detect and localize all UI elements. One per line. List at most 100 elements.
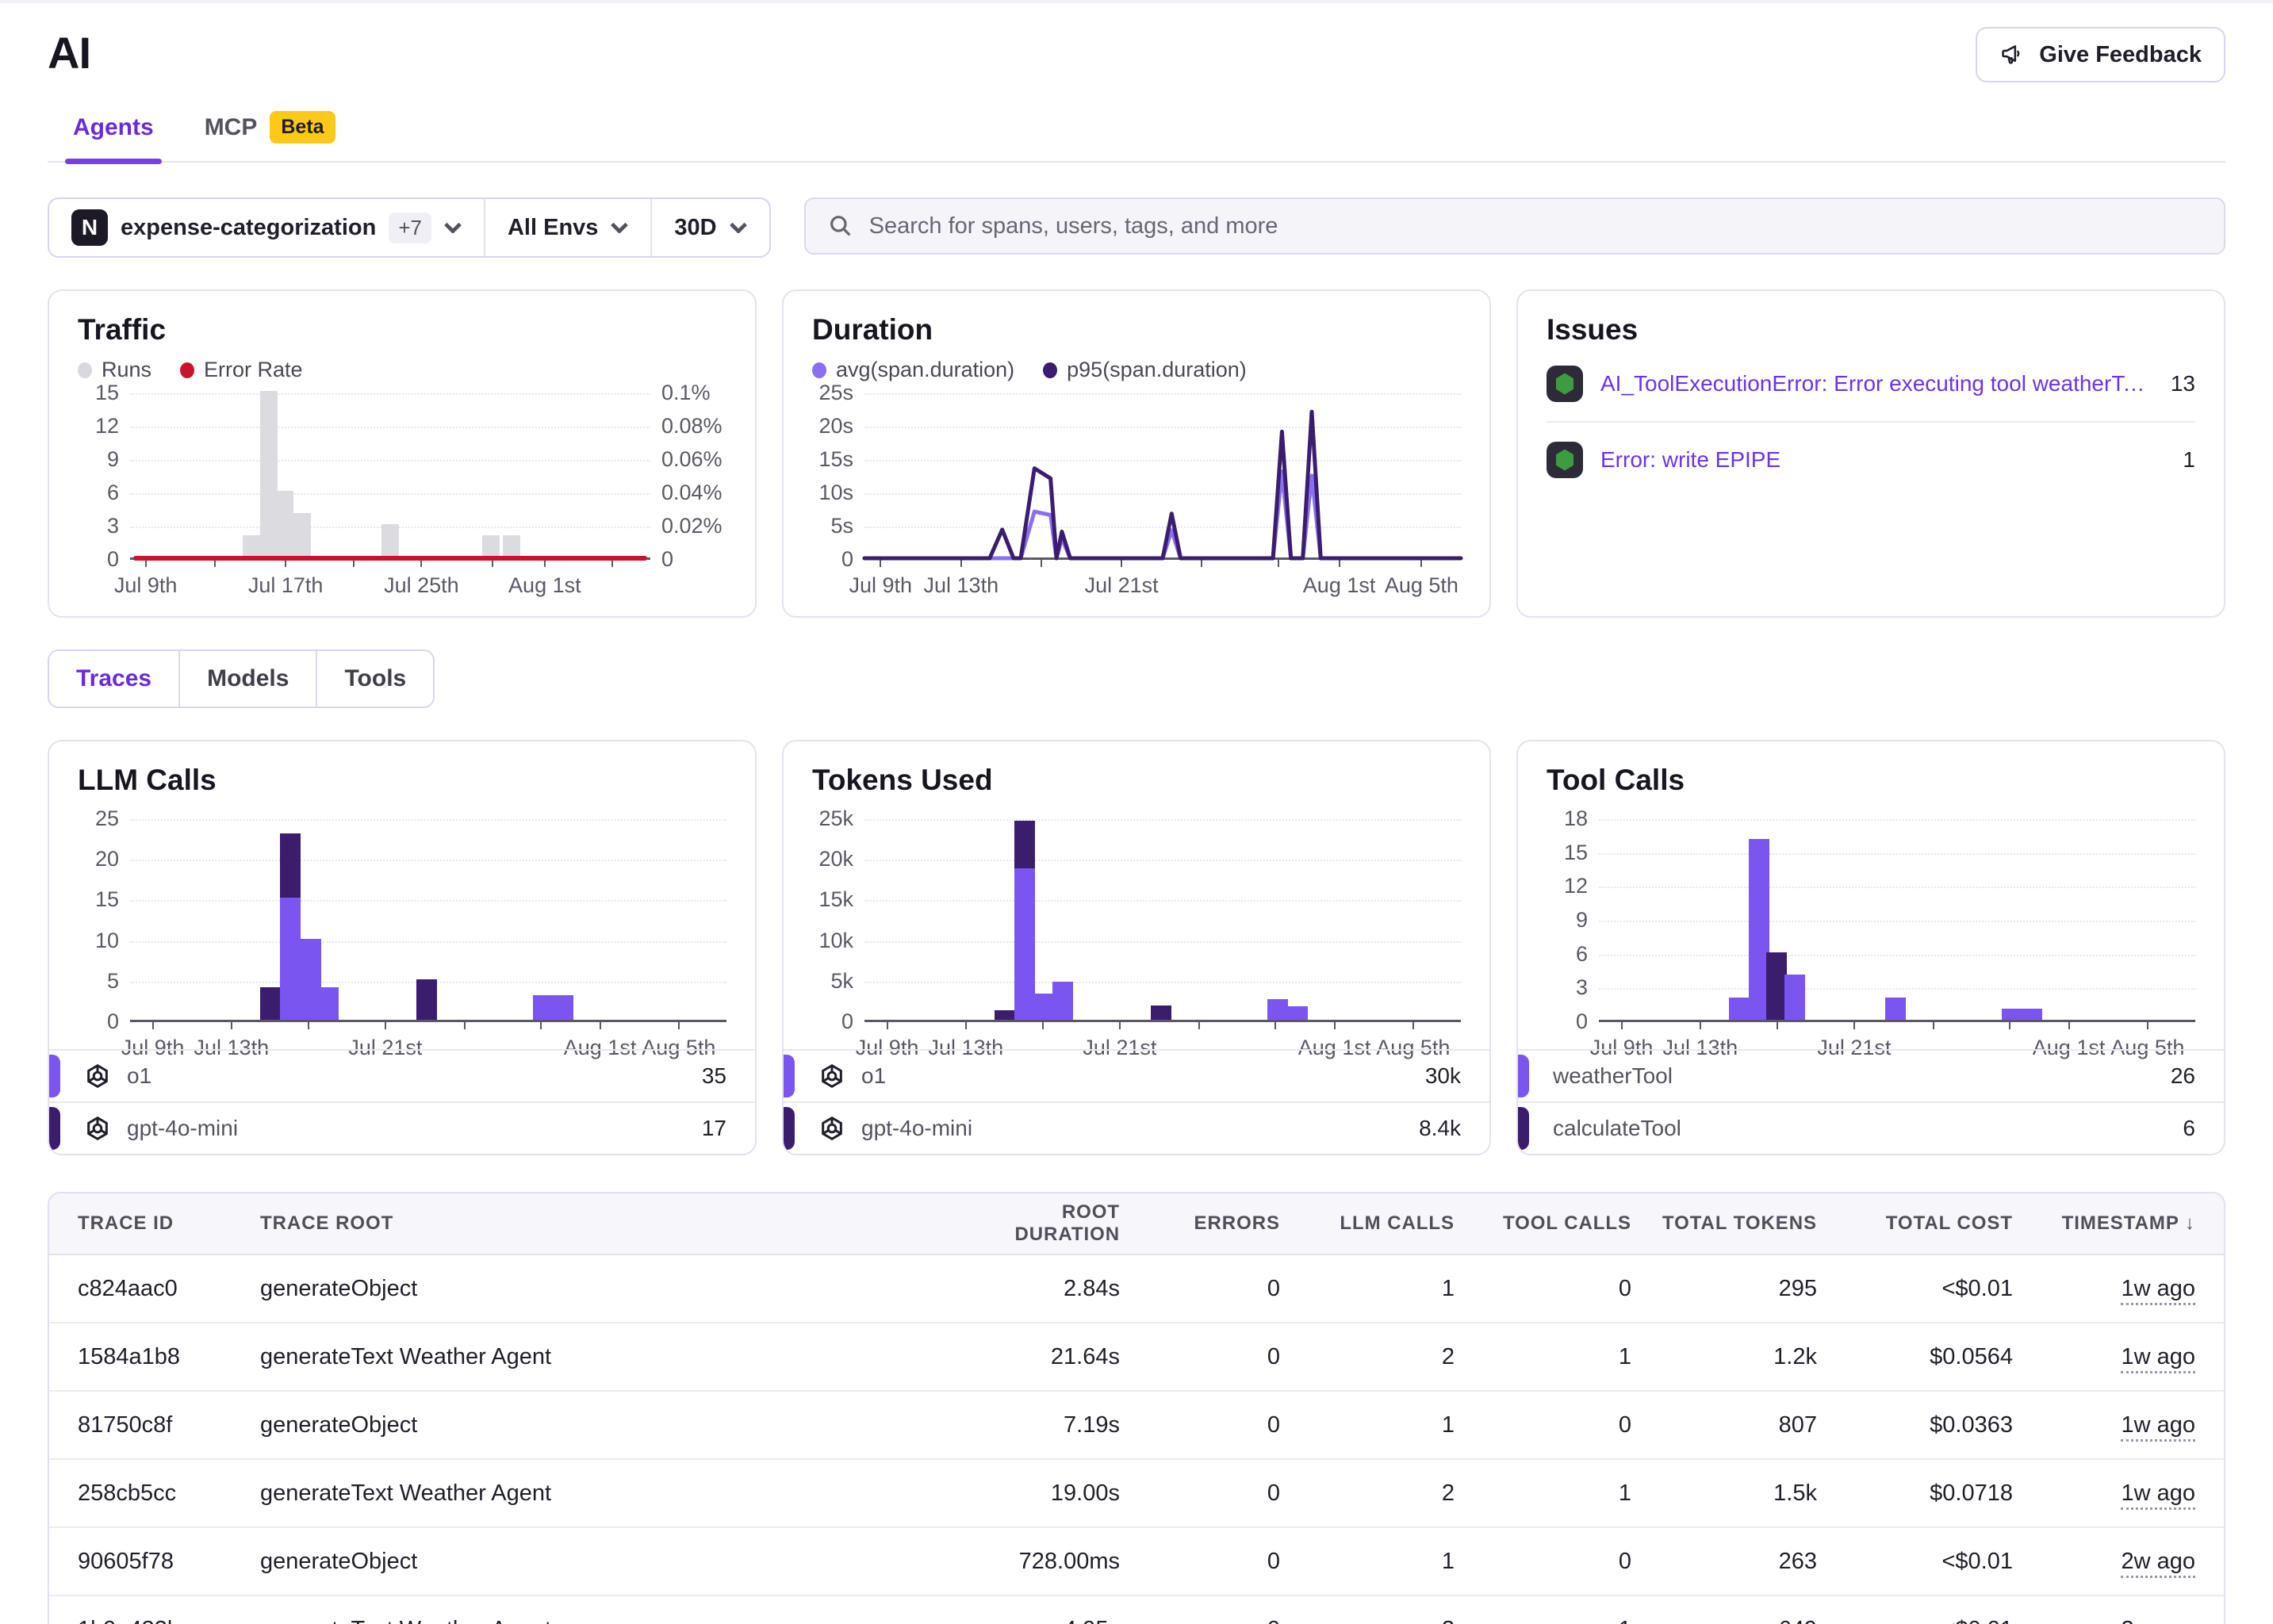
tool-calls-cell: 0 [1455, 1412, 1631, 1438]
date-range-select[interactable]: 30D [652, 199, 769, 256]
llm-calls-chart: 2520151050Jul 9thJul 13thJul 21stAug 1st… [78, 808, 726, 1022]
y-tick-label: 25k [818, 806, 853, 831]
issue-count: 13 [2171, 371, 2195, 396]
tab-models[interactable]: Models [180, 651, 317, 707]
x-tick-mark [231, 1020, 232, 1029]
total-tokens-cell: 295 [1631, 1276, 1817, 1302]
column-header-total-tokens[interactable]: TOTAL TOKENS [1631, 1212, 1817, 1235]
chart-bar [1052, 982, 1073, 1020]
legend-row: weatherTool26 [1518, 1049, 2224, 1101]
chart-bar [243, 535, 260, 557]
timestamp-value[interactable]: 1w ago [2121, 1344, 2195, 1373]
y-tick-label: 20s [818, 414, 853, 439]
y-tick-label: 15s [818, 447, 853, 472]
x-tick-mark [308, 1020, 309, 1029]
column-header-tool-calls[interactable]: TOOL CALLS [1455, 1212, 1631, 1235]
env-select[interactable]: All Envs [485, 199, 652, 256]
search-input[interactable] [869, 213, 2202, 239]
search-bar[interactable] [804, 197, 2225, 255]
chart-bar [1885, 998, 1906, 1020]
chart-bar [482, 535, 500, 557]
tool-calls-title: Tool Calls [1547, 764, 2195, 797]
x-tick-label: Jul 13th [924, 573, 999, 598]
trace-table-body: c824aac0generateObject2.84s010295<$0.011… [49, 1255, 2224, 1624]
root-duration-cell: 19.00s [961, 1480, 1120, 1507]
x-tick-mark [2147, 1020, 2148, 1029]
tool-calls-cell: 1 [1455, 1480, 1631, 1507]
trace-table: TRACE IDTRACE ROOTROOT DURATIONERRORSLLM… [48, 1192, 2225, 1624]
column-header-trace-root[interactable]: TRACE ROOT [260, 1212, 961, 1235]
tool-calls-cell: 1 [1455, 1617, 1631, 1624]
trace-id-link[interactable]: 1b9a433b [78, 1617, 260, 1624]
traffic-legend: Runs Error Rate [78, 358, 726, 382]
total-tokens-cell: 263 [1631, 1549, 1817, 1575]
trace-id-link[interactable]: 81750c8f [78, 1412, 260, 1438]
tab-agents[interactable]: Agents [73, 111, 154, 161]
total-tokens-cell: 1.2k [1631, 1344, 1817, 1370]
trace-root: generateObject [260, 1549, 961, 1575]
give-feedback-button[interactable]: Give Feedback [1976, 27, 2225, 82]
date-range-label: 30D [674, 215, 716, 241]
table-row: 258cb5ccgenerateText Weather Agent19.00s… [49, 1460, 2224, 1528]
timestamp-value[interactable]: 1w ago [2121, 1276, 2195, 1305]
y-tick-label: 15 [95, 381, 119, 405]
legend-runs: Runs [78, 358, 151, 382]
series-color-strip [49, 1107, 60, 1150]
tool-calls-legend: weatherTool26calculateTool6 [1518, 1049, 2224, 1154]
total-cost-cell: $0.0718 [1817, 1480, 2013, 1507]
openai-icon [84, 1063, 111, 1090]
trace-id-link[interactable]: 258cb5cc [78, 1480, 260, 1507]
total-tokens-cell: 807 [1631, 1412, 1817, 1438]
column-header-llm-calls[interactable]: LLM CALLS [1280, 1212, 1455, 1235]
column-header-trace-id[interactable]: TRACE ID [78, 1212, 260, 1235]
total-tokens-cell: 1.5k [1631, 1480, 1817, 1507]
tab-mcp-label: MCP [205, 114, 258, 141]
x-tick-mark [1334, 1020, 1336, 1029]
y-tick-label: 9 [107, 447, 119, 472]
y-tick-label: 5 [107, 969, 119, 994]
timestamp-value[interactable]: 1w ago [2121, 1412, 2195, 1442]
trace-id-link[interactable]: c824aac0 [78, 1276, 260, 1302]
y-axis-labels: 25s20s15s10s5s0 [812, 393, 864, 560]
x-tick-mark [1777, 1020, 1778, 1029]
errors-cell: 0 [1120, 1412, 1280, 1438]
issue-link[interactable]: Error: write EPIPE [1600, 447, 2165, 473]
series-name: gpt-4o-mini [127, 1116, 686, 1141]
legend-row: calculateTool6 [1518, 1101, 2224, 1154]
timestamp-value[interactable]: 2w ago [2121, 1549, 2195, 1578]
x-tick-mark [385, 1020, 386, 1029]
column-header-root-duration[interactable]: ROOT DURATION [961, 1201, 1120, 1246]
project-select[interactable]: N expense-categorization +7 [49, 199, 485, 256]
y-tick-label: 20k [818, 847, 853, 871]
y-tick-label: 15k [818, 887, 853, 912]
tab-mcp[interactable]: MCP Beta [205, 111, 335, 161]
tab-tools[interactable]: Tools [317, 651, 433, 707]
openai-icon [84, 1115, 111, 1142]
trace-id-link[interactable]: 90605f78 [78, 1549, 260, 1575]
page-header: AI Give Feedback [48, 27, 2225, 82]
tokens-used-title: Tokens Used [812, 764, 1461, 797]
column-header-total-cost[interactable]: TOTAL COST [1817, 1212, 2013, 1235]
tool-calls-cell: 0 [1455, 1549, 1631, 1575]
chart-bar [1151, 1005, 1171, 1020]
plot-area: Jul 9thJul 13thJul 21stAug 1stAug 5th [864, 819, 1461, 1022]
project-extra-count: +7 [389, 213, 431, 243]
y-tick-label: 10s [818, 481, 853, 505]
y-tick-label: 25 [95, 806, 119, 831]
timestamp-value[interactable]: 2w ago [2121, 1617, 2195, 1624]
trace-id-link[interactable]: 1584a1b8 [78, 1344, 260, 1370]
gridline [864, 860, 1461, 861]
column-header-timestamp[interactable]: TIMESTAMP ↓ [2013, 1212, 2195, 1235]
tool-calls-cell: 0 [1455, 1276, 1631, 1302]
tab-traces[interactable]: Traces [49, 651, 180, 707]
y-tick-label-right: 0 [661, 547, 673, 572]
hexagon-gem-icon [1556, 373, 1573, 395]
gridline [130, 819, 726, 821]
timestamp-value[interactable]: 1w ago [2121, 1480, 2195, 1510]
issues-list: AI_ToolExecutionError: Error executing t… [1547, 347, 2195, 497]
chart-bar [280, 898, 301, 1020]
column-header-errors[interactable]: ERRORS [1120, 1212, 1280, 1235]
y-tick-label: 0 [841, 547, 853, 572]
issue-link[interactable]: AI_ToolExecutionError: Error executing t… [1600, 371, 2153, 396]
top-tabs: Agents MCP Beta [48, 111, 2225, 163]
